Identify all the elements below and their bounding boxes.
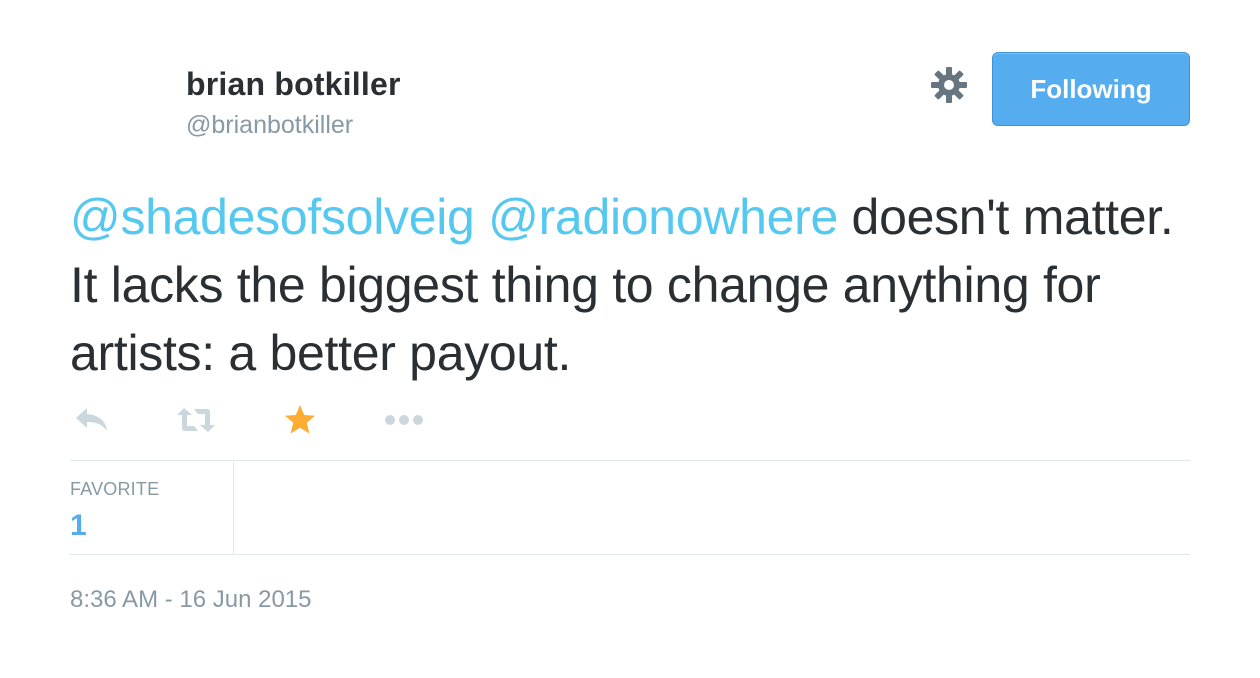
favorites-stat[interactable]: FAVORITE 1 bbox=[70, 461, 234, 554]
mention-link[interactable]: @shadesofsolveig bbox=[70, 189, 475, 245]
mention-link[interactable]: @radionowhere bbox=[488, 189, 838, 245]
stats-bar: FAVORITE 1 bbox=[70, 460, 1190, 555]
tweet-timestamp[interactable]: 8:36 AM - 16 Jun 2015 bbox=[70, 586, 312, 614]
avatar[interactable] bbox=[70, 58, 166, 154]
reply-icon[interactable] bbox=[70, 400, 114, 440]
favorites-label: FAVORITE bbox=[70, 479, 160, 499]
gear-icon[interactable] bbox=[928, 64, 970, 106]
more-icon[interactable] bbox=[382, 400, 426, 440]
tweet-text: @shadesofsolveig @radionowhere doesn't m… bbox=[70, 183, 1190, 387]
following-button[interactable]: Following bbox=[992, 52, 1190, 126]
favorites-count: 1 bbox=[70, 509, 87, 542]
user-display-name[interactable]: brian botkiller bbox=[186, 66, 401, 103]
retweet-icon[interactable] bbox=[174, 400, 218, 440]
star-icon[interactable] bbox=[278, 400, 322, 440]
user-screen-name[interactable]: @brianbotkiller bbox=[186, 111, 353, 140]
